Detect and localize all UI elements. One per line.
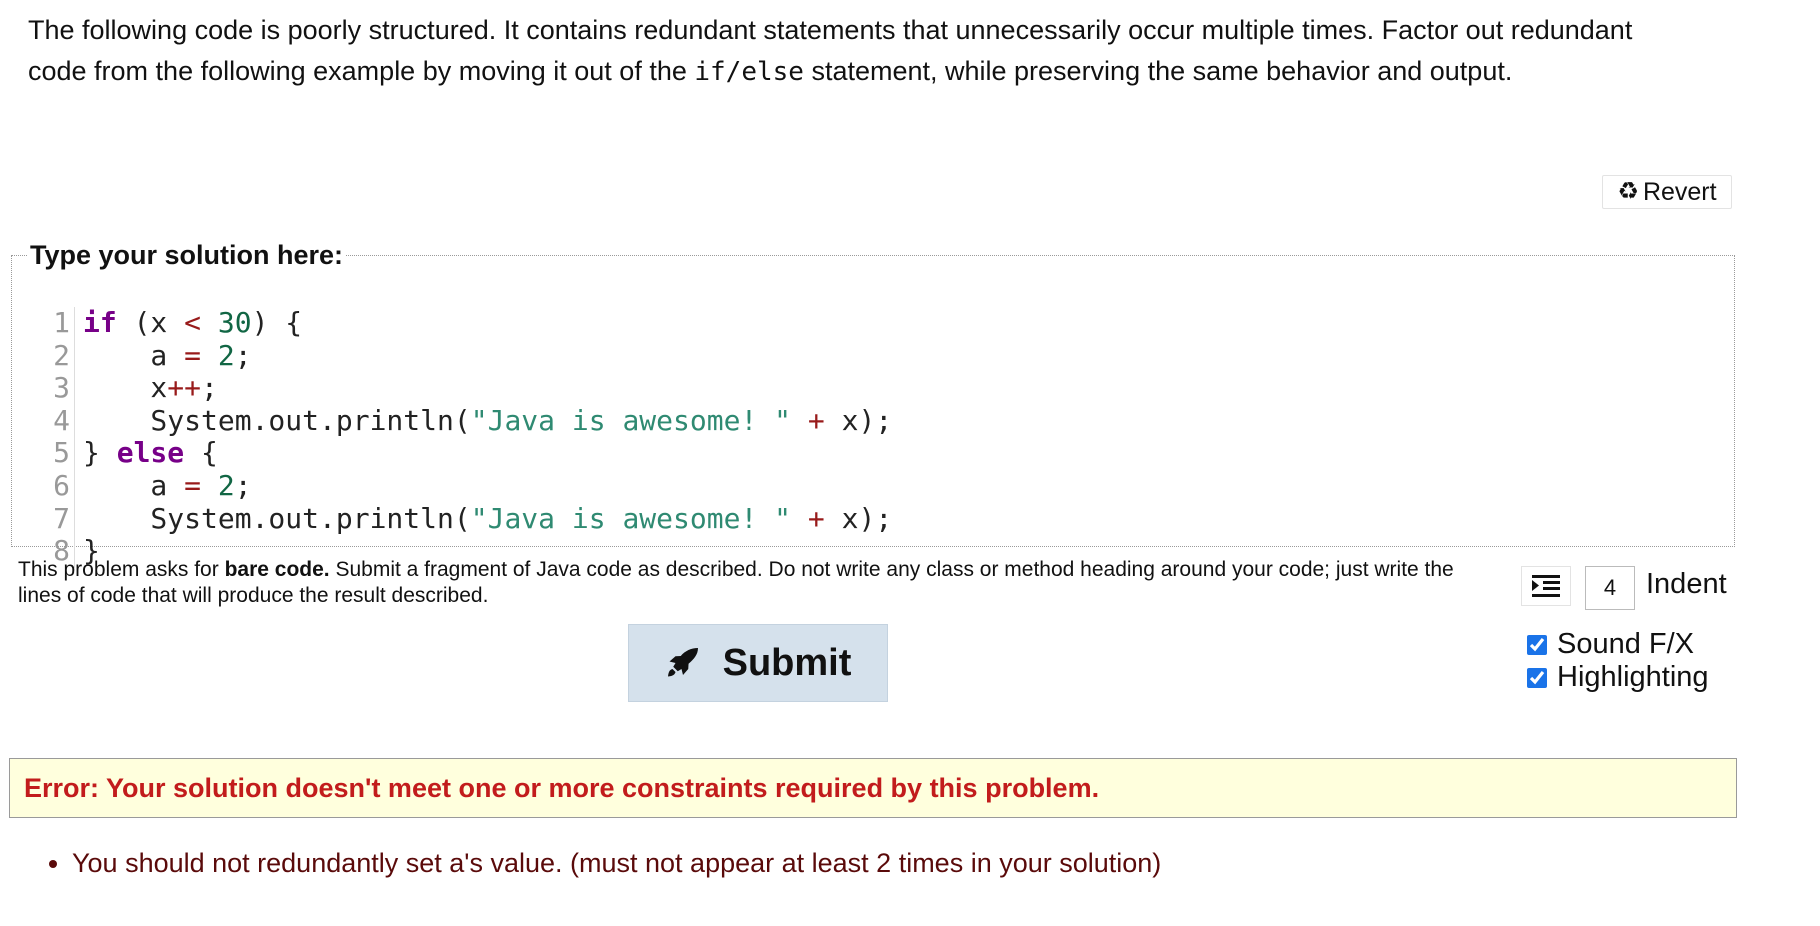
- highlighting-option[interactable]: Highlighting: [1527, 661, 1709, 694]
- code-line[interactable]: 3 x ++;: [36, 372, 892, 405]
- code-token: <: [184, 306, 202, 339]
- code-token: ++: [167, 371, 202, 405]
- code-line[interactable]: 4 System.out.println("Java is awesome! "…: [36, 403, 893, 438]
- code-token: System.out.println(: [83, 403, 471, 437]
- code-editor-box: Type your solution here: 1 if (x < 30) {2…: [11, 240, 1735, 568]
- code-token: a: [83, 338, 185, 372]
- code-token: 30: [217, 306, 252, 339]
- code-token: ;: [201, 371, 218, 405]
- line-number: 1: [36, 306, 75, 340]
- recycle-icon: ♻: [1617, 178, 1639, 205]
- note-bold: bare code.: [224, 558, 330, 581]
- note-before: This problem asks for: [18, 558, 225, 581]
- submit-label: Submit: [722, 641, 852, 684]
- indent-button[interactable]: [1521, 566, 1571, 606]
- code-token: 2: [217, 338, 235, 372]
- code-line[interactable]: 1 if (x < 30) {: [36, 306, 892, 340]
- problem-description: The following code is poorly structured.…: [28, 10, 1668, 93]
- indent-size-input[interactable]: [1585, 566, 1635, 610]
- line-number: 2: [36, 339, 75, 373]
- code-token: =: [184, 468, 202, 502]
- code-line[interactable]: 2 a = 2;: [36, 338, 892, 373]
- sound-fx-checkbox[interactable]: [1527, 634, 1547, 655]
- indent-label: Indent: [1646, 568, 1727, 600]
- revert-label: Revert: [1642, 177, 1717, 206]
- code-token: }: [83, 436, 117, 470]
- code-token: x);: [824, 501, 893, 535]
- bare-code-note: This problem asks for bare code. Submit …: [18, 557, 1458, 609]
- code-token: if: [83, 306, 117, 339]
- error-banner: Error: Your solution doesn't meet one or…: [9, 758, 1737, 818]
- code-token: ;: [234, 468, 252, 502]
- code-token: (x: [116, 306, 185, 339]
- revert-button[interactable]: ♻ Revert: [1602, 175, 1732, 209]
- line-number: 4: [36, 404, 75, 438]
- error-title: Error: Your solution doesn't meet one or…: [24, 772, 1100, 803]
- prompt-text-after: statement, while preserving the same beh…: [803, 56, 1513, 86]
- prompt-code-term: if/else: [694, 57, 804, 87]
- code-line[interactable]: 6 a = 2;: [36, 468, 892, 503]
- code-token: System.out.println(: [83, 501, 471, 535]
- line-number: 7: [36, 502, 75, 536]
- code-token: +: [807, 501, 825, 535]
- code-editor[interactable]: 1 if (x < 30) {2 a = 2; 3 x ++; 4 System.out…: [36, 306, 893, 568]
- sound-fx-label: Sound F/X: [1557, 628, 1695, 660]
- error-item: You should not redundantly set a's value…: [72, 845, 1161, 881]
- line-number: 6: [36, 469, 75, 503]
- code-token: 2: [217, 468, 235, 502]
- code-token: "Java is awesome! ": [470, 501, 792, 535]
- code-token: +: [807, 403, 825, 437]
- code-token: ) {: [251, 306, 303, 339]
- sound-fx-option[interactable]: Sound F/X: [1527, 628, 1694, 661]
- code-line[interactable]: 7 System.out.println("Java is awesome! "…: [36, 501, 893, 536]
- submit-button[interactable]: Submit: [628, 624, 888, 702]
- code-token: x);: [824, 403, 893, 437]
- error-list: You should not redundantly set a's value…: [38, 845, 1161, 881]
- highlighting-checkbox[interactable]: [1527, 667, 1547, 688]
- highlighting-label: Highlighting: [1557, 661, 1709, 693]
- code-token: "Java is awesome! ": [470, 403, 792, 437]
- editor-legend: Type your solution here:: [30, 240, 344, 270]
- code-token: ;: [234, 338, 252, 372]
- indent-icon: [1532, 575, 1560, 597]
- code-token: a: [83, 468, 185, 502]
- rocket-icon: [667, 648, 698, 677]
- line-number: 5: [36, 437, 75, 470]
- line-number: 3: [36, 372, 75, 405]
- code-token: else: [116, 436, 185, 470]
- code-token: x: [83, 371, 168, 405]
- code-line[interactable]: 5} else {: [36, 437, 892, 470]
- code-token: {: [184, 436, 218, 470]
- code-token: =: [184, 338, 202, 372]
